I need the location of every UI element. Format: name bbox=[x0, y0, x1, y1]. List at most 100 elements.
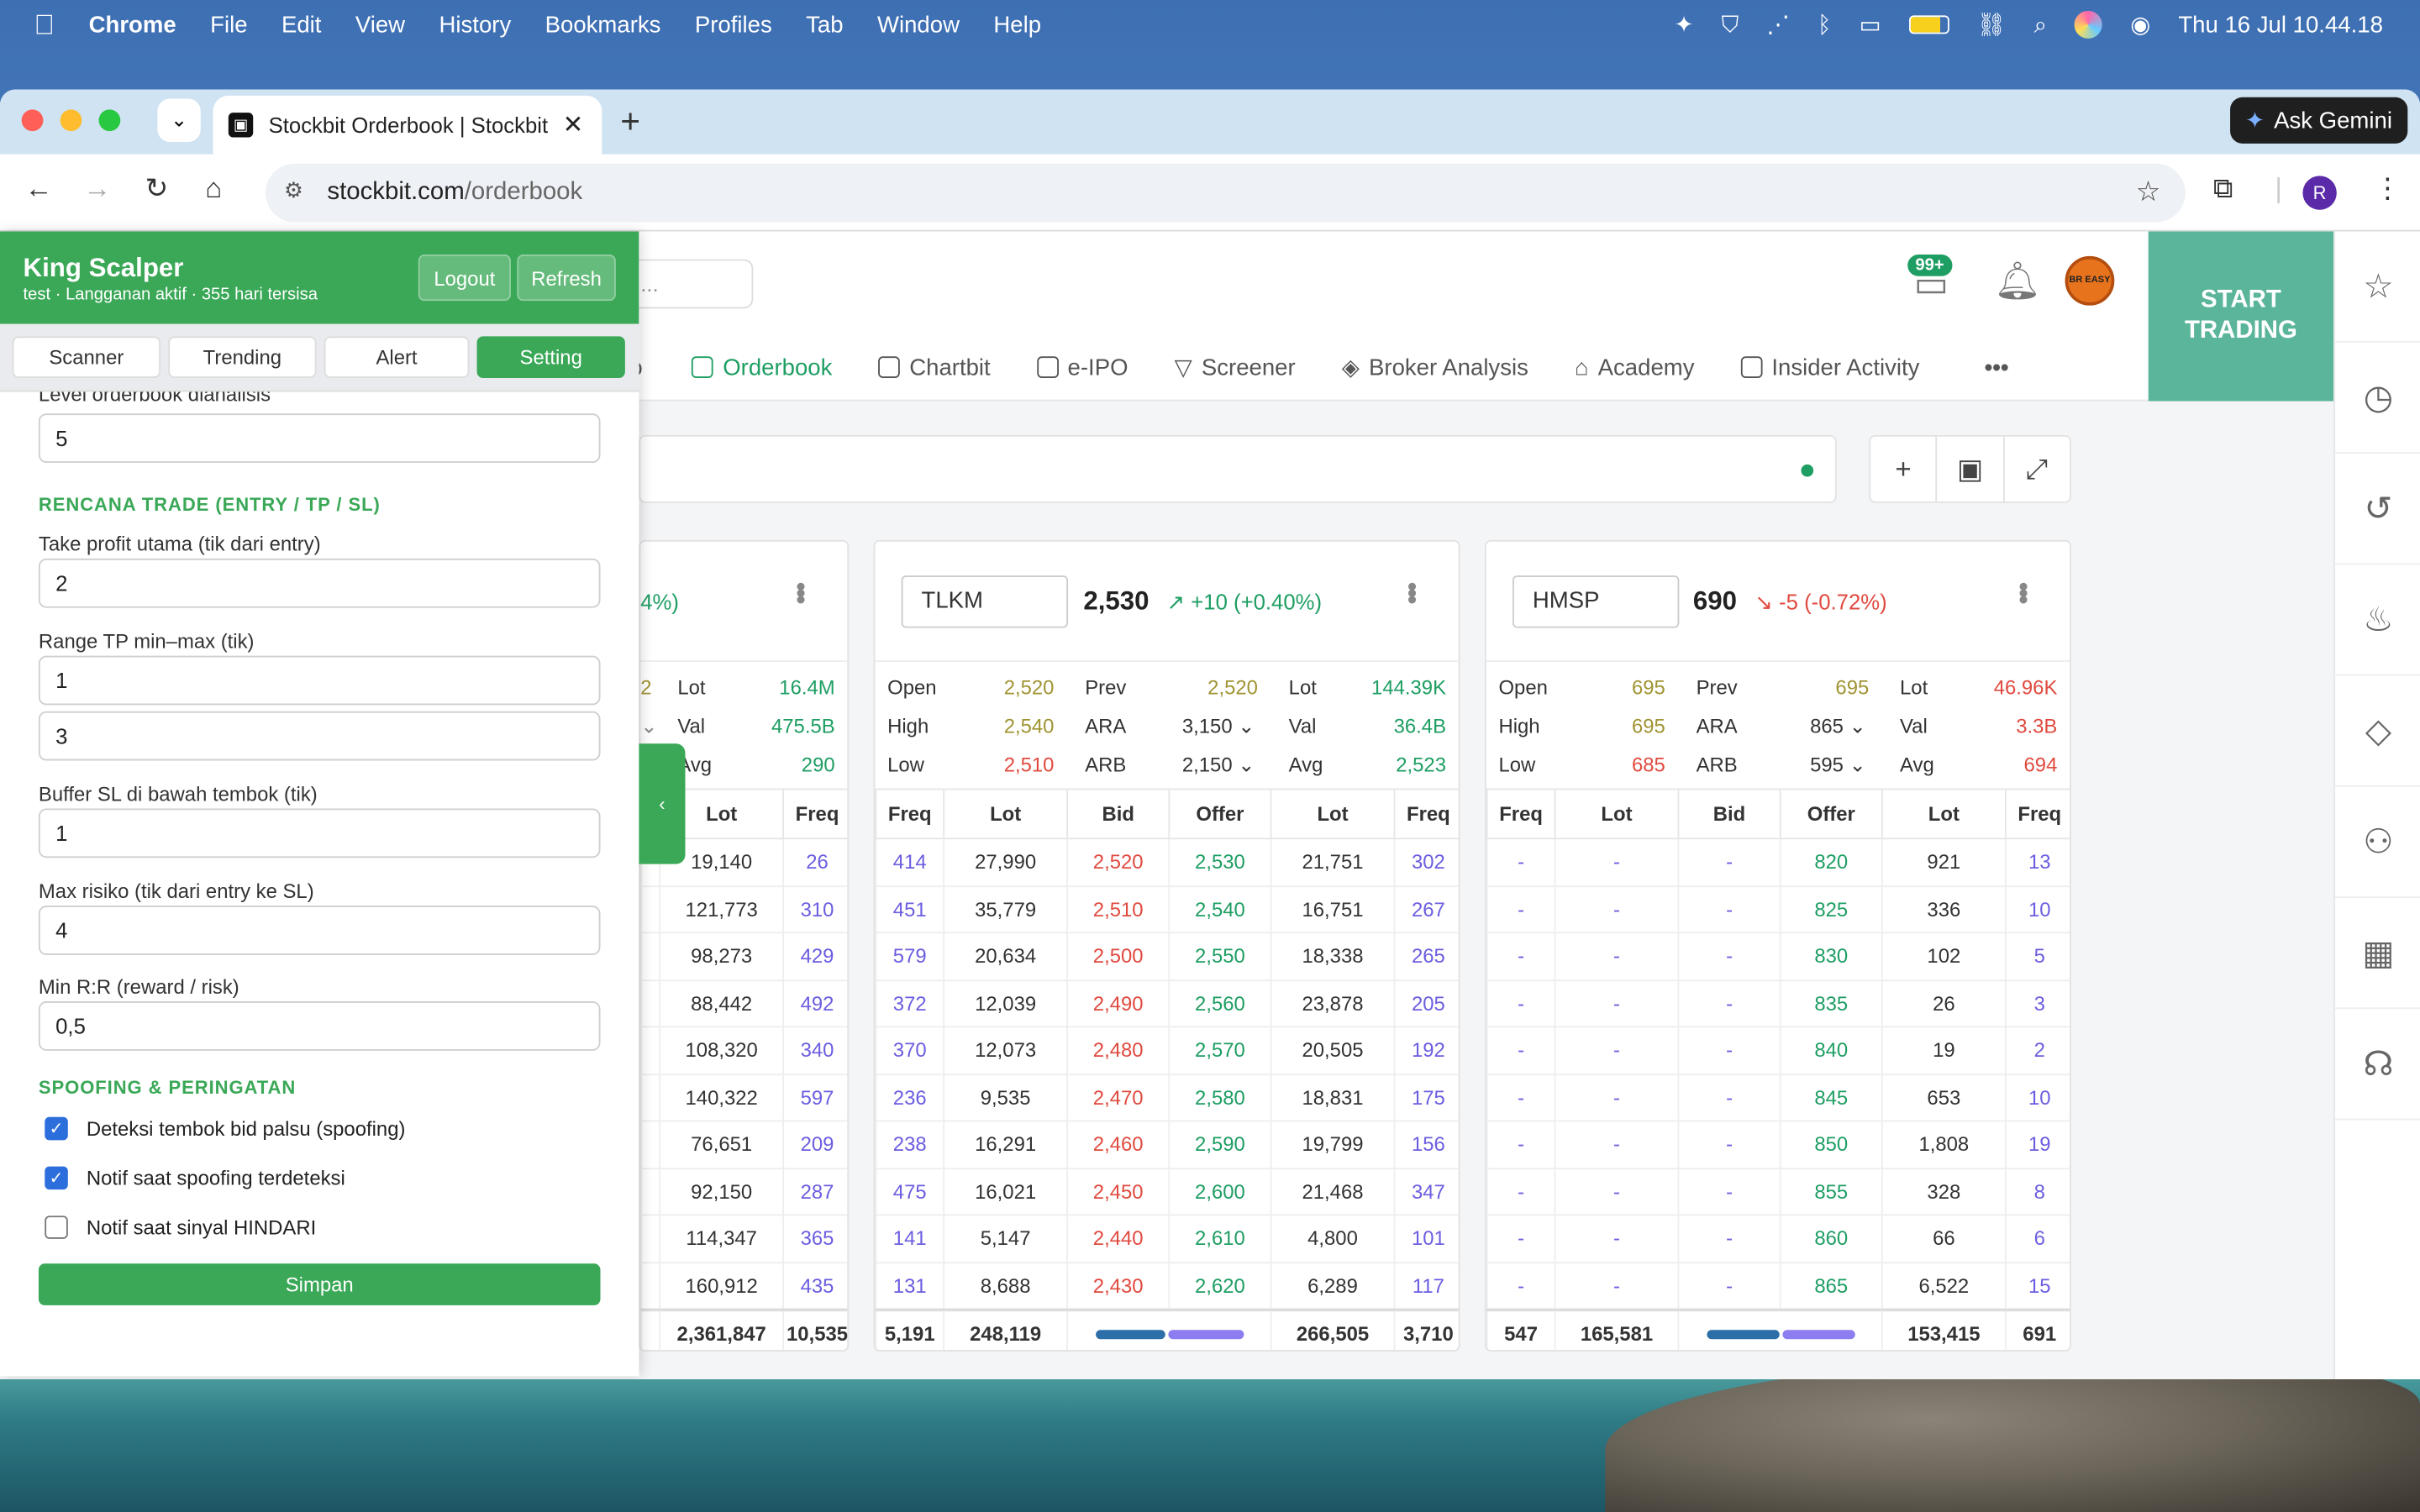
nav-item-chartbit[interactable]: Chartbit bbox=[878, 354, 991, 381]
table-row[interactable]: 414 27,990 2,520 2,530 21,751 302 bbox=[875, 837, 1459, 887]
table-cell[interactable]: - bbox=[1677, 885, 1781, 934]
home-icon[interactable]: ⌂ bbox=[205, 173, 222, 206]
bell-icon[interactable]: 🔔︎ bbox=[1994, 260, 2041, 304]
ticker-input[interactable]: TLKM bbox=[901, 575, 1069, 628]
table-row[interactable]: 98,273 429 bbox=[640, 932, 848, 981]
alarm-clock-icon[interactable]: ◷ bbox=[2334, 343, 2420, 454]
close-tab-icon[interactable]: ✕ bbox=[563, 109, 584, 140]
table-row[interactable]: 451 35,779 2,510 2,540 16,751 267 bbox=[875, 885, 1459, 934]
table-row[interactable]: - - -830 102 5 bbox=[1486, 932, 2070, 981]
table-cell[interactable]: - bbox=[1677, 932, 1781, 981]
table-cell[interactable]: - bbox=[1677, 1073, 1781, 1122]
menu-view[interactable]: View bbox=[355, 12, 405, 38]
table-cell[interactable]: 840 bbox=[1779, 1026, 1883, 1075]
forward-arrow-icon[interactable]: → bbox=[83, 173, 111, 206]
nav-item-insider-activity[interactable]: Insider Activity bbox=[1740, 354, 1919, 381]
table-cell[interactable]: 2,610 bbox=[1168, 1214, 1272, 1263]
new-tab-icon[interactable]: + bbox=[620, 102, 640, 142]
save-icon[interactable]: ▣ bbox=[1938, 436, 2005, 501]
table-cell[interactable]: 2,470 bbox=[1066, 1073, 1171, 1122]
tab-scanner[interactable]: Scanner bbox=[12, 336, 161, 379]
sl-buffer-input[interactable]: 1 bbox=[38, 808, 601, 858]
table-row[interactable]: 141 5,147 2,440 2,610 4,800 101 bbox=[875, 1214, 1459, 1263]
table-cell[interactable]: 850 bbox=[1779, 1120, 1883, 1169]
table-cell[interactable]: 2,430 bbox=[1066, 1261, 1171, 1310]
sparkle-icon[interactable]: ✦ bbox=[1674, 11, 1693, 39]
menu-profiles[interactable]: Profiles bbox=[695, 12, 772, 38]
menu-tab[interactable]: Tab bbox=[806, 12, 843, 38]
tab-alert[interactable]: Alert bbox=[324, 336, 470, 379]
back-arrow-icon[interactable]: ← bbox=[24, 173, 52, 206]
tp-range-min-input[interactable]: 1 bbox=[38, 655, 601, 706]
profile-avatar[interactable]: R bbox=[2302, 176, 2337, 210]
menubar-clock[interactable]: Thu 16 Jul 10.44.18 bbox=[2178, 12, 2383, 38]
add-panel-icon[interactable]: + bbox=[1870, 436, 1938, 501]
table-cell[interactable]: 2,560 bbox=[1168, 979, 1272, 1028]
max-risk-input[interactable]: 4 bbox=[38, 906, 601, 955]
spoof-notify-checkbox[interactable]: ✓ bbox=[45, 1166, 68, 1190]
calendar-icon[interactable]: ▦ bbox=[2334, 898, 2420, 1010]
table-row[interactable]: 370 12,073 2,480 2,570 20,505 192 bbox=[875, 1026, 1459, 1075]
level-input[interactable]: 5 bbox=[38, 413, 601, 464]
browser-tab-active[interactable]: ▣ Stockbit Orderbook | Stockbit ✕ bbox=[213, 95, 602, 155]
ask-gemini-button[interactable]: ✦ Ask Gemini bbox=[2229, 97, 2408, 144]
tp-range-max-input[interactable]: 3 bbox=[38, 711, 601, 761]
table-cell[interactable]: - bbox=[1677, 837, 1781, 887]
table-cell[interactable]: 835 bbox=[1779, 979, 1883, 1028]
min-rr-input[interactable]: 0,5 bbox=[38, 1001, 601, 1051]
network-icon[interactable]: ⋰ bbox=[1766, 11, 1790, 39]
table-cell[interactable]: 2,460 bbox=[1066, 1120, 1171, 1169]
table-cell[interactable]: 2,570 bbox=[1168, 1026, 1272, 1075]
table-row[interactable]: 92,150 287 bbox=[640, 1167, 848, 1216]
table-cell[interactable]: - bbox=[1677, 979, 1781, 1028]
apple-icon[interactable]:  bbox=[34, 8, 55, 41]
table-row[interactable]: 236 9,535 2,470 2,580 18,831 175 bbox=[875, 1073, 1459, 1122]
menu-app-name[interactable]: Chrome bbox=[89, 12, 176, 38]
table-row[interactable]: - - -850 1,808 19 bbox=[1486, 1120, 2070, 1169]
shield-icon[interactable]: ⛉ bbox=[1722, 12, 1739, 38]
table-cell[interactable]: - bbox=[1677, 1261, 1781, 1310]
refresh-button[interactable]: Refresh bbox=[517, 255, 616, 302]
stat-ara[interactable]: 865 ⌄ bbox=[1810, 706, 1865, 745]
table-row[interactable]: - - -845 653 10 bbox=[1486, 1073, 2070, 1122]
table-row[interactable]: 372 12,039 2,490 2,560 23,878 205 bbox=[875, 979, 1459, 1028]
table-cell[interactable]: 830 bbox=[1779, 932, 1883, 981]
table-row[interactable]: - - -865 6,522 15 bbox=[1486, 1261, 2070, 1310]
collapse-panel-button[interactable]: ‹ bbox=[639, 743, 686, 864]
start-trading-button[interactable]: START TRADING bbox=[2148, 231, 2334, 402]
table-row[interactable]: - - -860 66 6 bbox=[1486, 1214, 2070, 1263]
headset-icon[interactable]: ☊ bbox=[2334, 1009, 2420, 1121]
workspace-bar[interactable] bbox=[639, 434, 1837, 503]
menu-bookmarks[interactable]: Bookmarks bbox=[545, 12, 661, 38]
table-row[interactable]: 579 20,634 2,500 2,550 18,338 265 bbox=[875, 932, 1459, 981]
table-cell[interactable]: 2,580 bbox=[1168, 1073, 1272, 1122]
display-icon[interactable]: ▭ bbox=[1860, 11, 1881, 39]
table-cell[interactable]: 2,500 bbox=[1066, 932, 1171, 981]
table-row[interactable]: 114,347 365 bbox=[640, 1214, 848, 1263]
table-cell[interactable]: 2,590 bbox=[1168, 1120, 1272, 1169]
table-row[interactable]: - - -825 336 10 bbox=[1486, 885, 2070, 934]
menu-history[interactable]: History bbox=[439, 12, 511, 38]
control-center-icon[interactable]: ◉ bbox=[2130, 11, 2150, 39]
card-menu-icon[interactable]: ••• bbox=[2007, 581, 2039, 601]
table-row[interactable]: 160,912 435 bbox=[640, 1261, 848, 1310]
minimize-window-button[interactable] bbox=[60, 109, 82, 132]
history-icon[interactable]: ↺ bbox=[2334, 454, 2420, 565]
spoof-detect-row[interactable]: ✓ Deteksi tembok bid palsu (spoofing) bbox=[45, 1116, 405, 1141]
expand-icon[interactable]: ⤢ bbox=[2004, 437, 2070, 501]
table-cell[interactable]: 2,530 bbox=[1168, 837, 1272, 887]
menu-edit[interactable]: Edit bbox=[281, 12, 321, 38]
table-cell[interactable]: 2,620 bbox=[1168, 1261, 1272, 1310]
incognito-icon[interactable]: ⚇ bbox=[2334, 787, 2420, 898]
table-row[interactable]: 475 16,021 2,450 2,600 21,468 347 bbox=[875, 1167, 1459, 1216]
watchlist-star-icon[interactable]: ☆ bbox=[2334, 232, 2420, 343]
bookmark-star-icon[interactable]: ☆ bbox=[2136, 176, 2161, 208]
stat-arb[interactable]: 2,150 ⌄ bbox=[1182, 745, 1255, 784]
table-cell[interactable]: 825 bbox=[1779, 885, 1883, 934]
nav-item-eipo[interactable]: e-IPO bbox=[1036, 354, 1128, 381]
tab-search-chevron-icon[interactable]: ⌄ bbox=[157, 98, 201, 142]
table-row[interactable]: - - -835 26 3 bbox=[1486, 979, 2070, 1028]
table-cell[interactable]: 820 bbox=[1779, 837, 1883, 887]
table-cell[interactable]: - bbox=[1677, 1167, 1781, 1216]
spoof-detect-checkbox[interactable]: ✓ bbox=[45, 1116, 68, 1141]
